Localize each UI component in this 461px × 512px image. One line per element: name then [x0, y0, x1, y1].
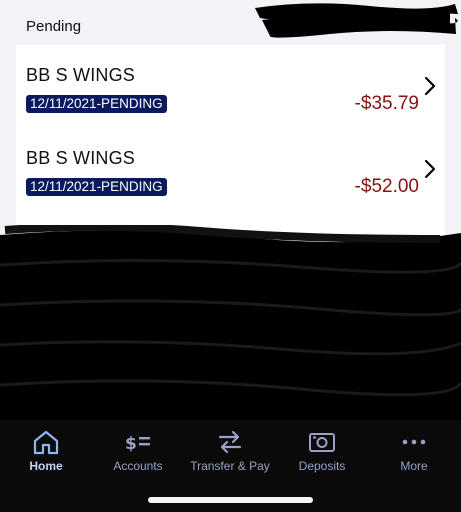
tab-home[interactable]: Home [0, 420, 92, 480]
home-indicator[interactable] [148, 497, 313, 503]
transaction-row[interactable]: BB S WINGS 12/11/2021-PENDING -$52.00 [16, 148, 445, 218]
tab-transfer-pay[interactable]: Transfer & Pay [184, 420, 276, 480]
accounts-icon: $ [125, 434, 150, 454]
pending-status-badge: 12/11/2021-PENDING [26, 95, 167, 113]
svg-text:$: $ [125, 434, 137, 454]
tab-label: Accounts [113, 459, 163, 473]
home-icon [33, 430, 59, 455]
pending-section-header: Pending [26, 18, 82, 35]
tab-label: More [400, 459, 428, 473]
chevron-right-icon[interactable] [423, 75, 437, 97]
pending-status-badge: 12/11/2021-PENDING [26, 178, 167, 196]
transaction-amount: -$52.00 [354, 176, 419, 197]
transaction-row[interactable]: BB S WINGS 12/11/2021-PENDING -$35.79 [16, 65, 445, 135]
transaction-amount: -$35.79 [354, 93, 419, 114]
more-icon [402, 439, 426, 445]
transfer-icon [218, 430, 242, 454]
redaction-mark-top [255, 3, 458, 38]
redaction-mark-scribble [0, 225, 461, 420]
camera-icon [309, 433, 335, 452]
tab-label: Transfer & Pay [190, 459, 270, 473]
tab-label: Deposits [298, 459, 346, 473]
merchant-name: BB S WINGS [26, 65, 136, 85]
tab-label: Home [29, 459, 63, 473]
tab-deposits[interactable]: Deposits [276, 420, 368, 480]
merchant-name: BB S WINGS [26, 148, 136, 168]
tab-more[interactable]: More [368, 420, 460, 480]
tab-accounts[interactable]: $ Accounts [92, 420, 184, 480]
chevron-right-icon[interactable] [423, 158, 437, 180]
